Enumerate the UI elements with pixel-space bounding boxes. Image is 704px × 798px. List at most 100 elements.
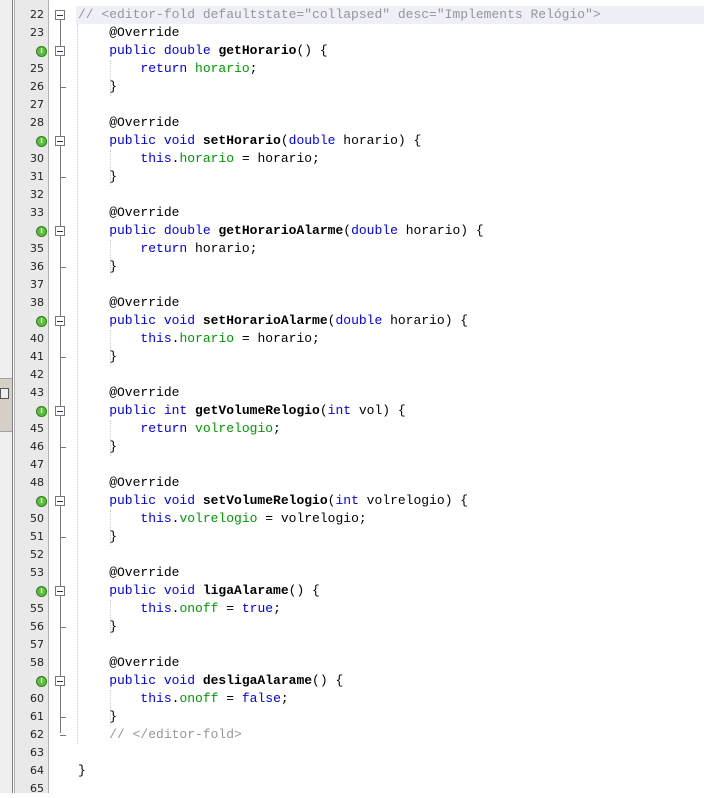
code-line[interactable]: 56 } (0, 618, 704, 636)
implements-icon[interactable]: I (36, 46, 47, 57)
code-text[interactable] (76, 276, 704, 294)
code-text[interactable]: @Override (76, 204, 704, 222)
fold-collapse-icon[interactable] (55, 10, 65, 20)
implements-icon[interactable]: I (36, 316, 47, 327)
code-text[interactable]: return horario; (76, 60, 704, 78)
code-line[interactable]: I29 public void setHorario(double horari… (0, 132, 704, 150)
fold-collapse-icon[interactable] (55, 406, 65, 416)
code-text[interactable]: this.onoff = false; (76, 690, 704, 708)
code-line[interactable]: 43 @Override (0, 384, 704, 402)
code-text[interactable]: public void setHorarioAlarme(double hora… (76, 312, 704, 330)
code-line[interactable]: I44 public int getVolumeRelogio(int vol)… (0, 402, 704, 420)
fold-collapse-icon[interactable] (55, 316, 65, 326)
code-line[interactable]: 63 (0, 744, 704, 762)
code-line[interactable]: 22 // <editor-fold defaultstate="collapse… (0, 6, 704, 24)
code-text[interactable] (76, 96, 704, 114)
code-line[interactable]: 45 return volrelogio; (0, 420, 704, 438)
code-text[interactable]: this.horario = horario; (76, 330, 704, 348)
code-text[interactable] (76, 744, 704, 762)
code-line[interactable]: 52 (0, 546, 704, 564)
code-line[interactable]: 30 this.horario = horario; (0, 150, 704, 168)
code-line[interactable]: 31 } (0, 168, 704, 186)
code-line[interactable]: 62 // </editor-fold> (0, 726, 704, 744)
fold-collapse-icon[interactable] (55, 136, 65, 146)
code-line[interactable]: 25 return horario; (0, 60, 704, 78)
code-line[interactable]: I24 public double getHorario() { (0, 42, 704, 60)
code-text[interactable]: this.horario = horario; (76, 150, 704, 168)
code-text[interactable]: this.volrelogio = volrelogio; (76, 510, 704, 528)
code-text[interactable] (76, 546, 704, 564)
fold-collapse-icon[interactable] (55, 496, 65, 506)
code-line[interactable]: 37 (0, 276, 704, 294)
code-text[interactable]: public void desligaAlarame() { (76, 672, 704, 690)
code-editor[interactable]: 2122// <editor-fold defaultstate="collap… (0, 0, 704, 798)
code-text[interactable]: @Override (76, 384, 704, 402)
code-line[interactable]: 35 return horario; (0, 240, 704, 258)
implements-icon[interactable]: I (36, 136, 47, 147)
code-text[interactable]: public void setVolumeRelogio(int volrelo… (76, 492, 704, 510)
code-text[interactable]: public int getVolumeRelogio(int vol) { (76, 402, 704, 420)
code-text[interactable] (76, 636, 704, 654)
code-line[interactable]: I39 public void setHorarioAlarme(double … (0, 312, 704, 330)
code-line[interactable]: 32 (0, 186, 704, 204)
code-text[interactable]: } (76, 348, 704, 366)
code-line[interactable]: 40 this.horario = horario; (0, 330, 704, 348)
code-text[interactable]: @Override (76, 474, 704, 492)
code-text[interactable]: public void ligaAlarame() { (76, 582, 704, 600)
code-line[interactable]: I59 public void desligaAlarame() { (0, 672, 704, 690)
code-text[interactable] (76, 366, 704, 384)
implements-icon[interactable]: I (36, 226, 47, 237)
code-text[interactable]: return horario; (76, 240, 704, 258)
code-line[interactable]: 61 } (0, 708, 704, 726)
code-line[interactable]: 42 (0, 366, 704, 384)
code-text[interactable]: } (76, 708, 704, 726)
code-text[interactable]: @Override (76, 24, 704, 42)
code-line[interactable]: 53 @Override (0, 564, 704, 582)
code-text[interactable] (76, 780, 704, 798)
code-text[interactable]: // <editor-fold defaultstate="collapsed"… (76, 6, 704, 24)
code-text[interactable] (76, 456, 704, 474)
fold-collapse-icon[interactable] (55, 586, 65, 596)
fold-collapse-icon[interactable] (55, 226, 65, 236)
code-text[interactable]: } (76, 168, 704, 186)
code-line[interactable]: 26 } (0, 78, 704, 96)
code-line[interactable]: 58 @Override (0, 654, 704, 672)
code-line[interactable]: 36 } (0, 258, 704, 276)
code-text[interactable]: @Override (76, 564, 704, 582)
code-line[interactable]: I34 public double getHorarioAlarme(doubl… (0, 222, 704, 240)
implements-icon[interactable]: I (36, 406, 47, 417)
code-text[interactable]: this.onoff = true; (76, 600, 704, 618)
code-text[interactable]: } (76, 78, 704, 96)
code-text[interactable]: // </editor-fold> (76, 726, 704, 744)
code-line[interactable]: I54 public void ligaAlarame() { (0, 582, 704, 600)
code-line[interactable]: 51 } (0, 528, 704, 546)
code-line[interactable]: 55 this.onoff = true; (0, 600, 704, 618)
code-text[interactable]: } (76, 528, 704, 546)
code-line[interactable]: 33 @Override (0, 204, 704, 222)
implements-icon[interactable]: I (36, 496, 47, 507)
fold-collapse-icon[interactable] (55, 676, 65, 686)
code-line[interactable]: I49 public void setVolumeRelogio(int vol… (0, 492, 704, 510)
code-text[interactable]: } (76, 618, 704, 636)
code-line[interactable]: 50 this.volrelogio = volrelogio; (0, 510, 704, 528)
code-text[interactable]: } (76, 762, 704, 780)
code-line[interactable]: 57 (0, 636, 704, 654)
code-line[interactable]: 41 } (0, 348, 704, 366)
fold-collapse-icon[interactable] (55, 46, 65, 56)
code-text[interactable] (76, 186, 704, 204)
code-text[interactable]: @Override (76, 294, 704, 312)
code-line[interactable]: 38 @Override (0, 294, 704, 312)
code-line[interactable]: 46 } (0, 438, 704, 456)
code-line[interactable]: 64} (0, 762, 704, 780)
code-line[interactable]: 23 @Override (0, 24, 704, 42)
code-text[interactable]: public double getHorarioAlarme(double ho… (76, 222, 704, 240)
implements-icon[interactable]: I (36, 676, 47, 687)
implements-icon[interactable]: I (36, 586, 47, 597)
code-line[interactable]: 65 (0, 780, 704, 798)
code-text[interactable]: @Override (76, 114, 704, 132)
code-line[interactable]: 27 (0, 96, 704, 114)
code-text[interactable]: } (76, 258, 704, 276)
code-line[interactable]: 47 (0, 456, 704, 474)
code-text[interactable]: @Override (76, 654, 704, 672)
code-text[interactable]: } (76, 438, 704, 456)
